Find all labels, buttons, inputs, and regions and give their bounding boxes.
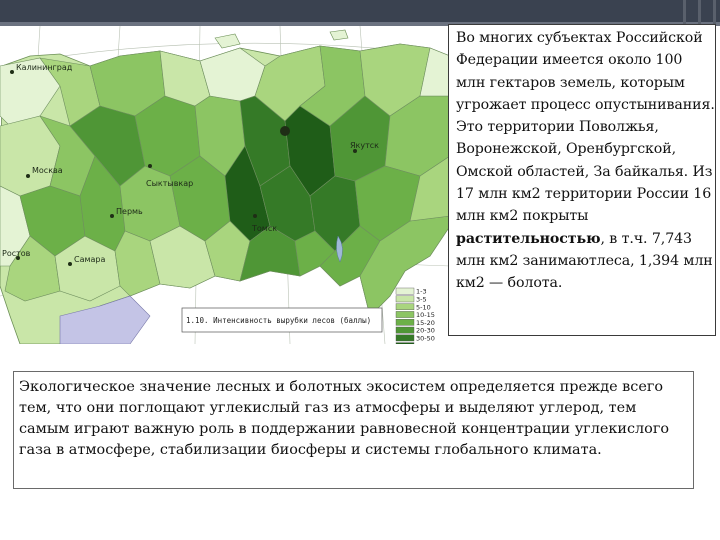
city-dot xyxy=(280,126,290,136)
city-dot xyxy=(253,214,257,218)
map-label-tomsk: Томск xyxy=(251,224,277,233)
legend-label: 10-15 xyxy=(416,311,435,319)
legend-label: 15-20 xyxy=(416,319,435,327)
arctic-island xyxy=(329,29,349,41)
city-dot xyxy=(148,164,152,168)
header-bar-divider xyxy=(713,0,716,26)
map-regions xyxy=(0,43,450,317)
map-label-moscow: Москва xyxy=(32,166,63,175)
legend-label: 3-5 xyxy=(416,296,427,304)
header-bar-divider xyxy=(683,0,686,26)
map-label-yakutsk: Якутск xyxy=(350,141,379,150)
bottom-text-paragraph: Экологическое значение лесных и болотных… xyxy=(19,379,670,458)
legend-swatch xyxy=(395,303,415,311)
legend-swatch xyxy=(395,295,415,303)
legend-label: 5-10 xyxy=(416,303,431,311)
right-text-paragraph: Во многих субъектах Российской Федерации… xyxy=(456,27,715,295)
city-dot xyxy=(26,174,30,178)
legend-swatch xyxy=(395,334,415,342)
legend-swatch xyxy=(395,342,415,344)
bottom-text-box: Экологическое значение лесных и болотных… xyxy=(13,371,694,489)
city-dot xyxy=(10,70,14,74)
legend-swatch xyxy=(395,311,415,318)
right-text-part1: Во многих субъектах Российской Федерации… xyxy=(456,30,715,225)
city-dot xyxy=(110,214,114,218)
map-label-kaliningrad: Калининград xyxy=(16,63,73,72)
legend-label: 1-3 xyxy=(416,288,427,296)
legend-swatch xyxy=(395,319,415,326)
right-text-bold: растительностью xyxy=(456,230,601,247)
legend-swatch xyxy=(395,326,415,334)
legend-label: 30-50 xyxy=(416,335,435,343)
forest-map-figure: Калининград Москва Сыктывкар Пермь Томск… xyxy=(0,26,450,344)
map-label-samara: Самара xyxy=(74,255,106,264)
header-bar-divider xyxy=(698,0,701,26)
map-label-perm: Пермь xyxy=(116,207,143,216)
legend-label: 50-100 xyxy=(416,342,439,344)
arctic-island xyxy=(214,33,241,49)
map-title: 1.10. Интенсивность вырубки лесов (баллы… xyxy=(186,316,371,325)
map-label-rostov: Ростов xyxy=(2,249,31,258)
legend-swatch xyxy=(395,287,415,295)
map-legend: 1-33-55-1010-1515-2020-3030-5050-100 xyxy=(395,287,439,344)
legend-label: 20-30 xyxy=(416,327,435,335)
slide-header-bar xyxy=(0,0,720,26)
russia-forest-map: Калининград Москва Сыктывкар Пермь Томск… xyxy=(0,26,450,344)
right-text-box: Во многих субъектах Российской Федерации… xyxy=(448,24,716,336)
city-dot xyxy=(68,262,72,266)
map-label-syktyvkar: Сыктывкар xyxy=(146,179,193,188)
